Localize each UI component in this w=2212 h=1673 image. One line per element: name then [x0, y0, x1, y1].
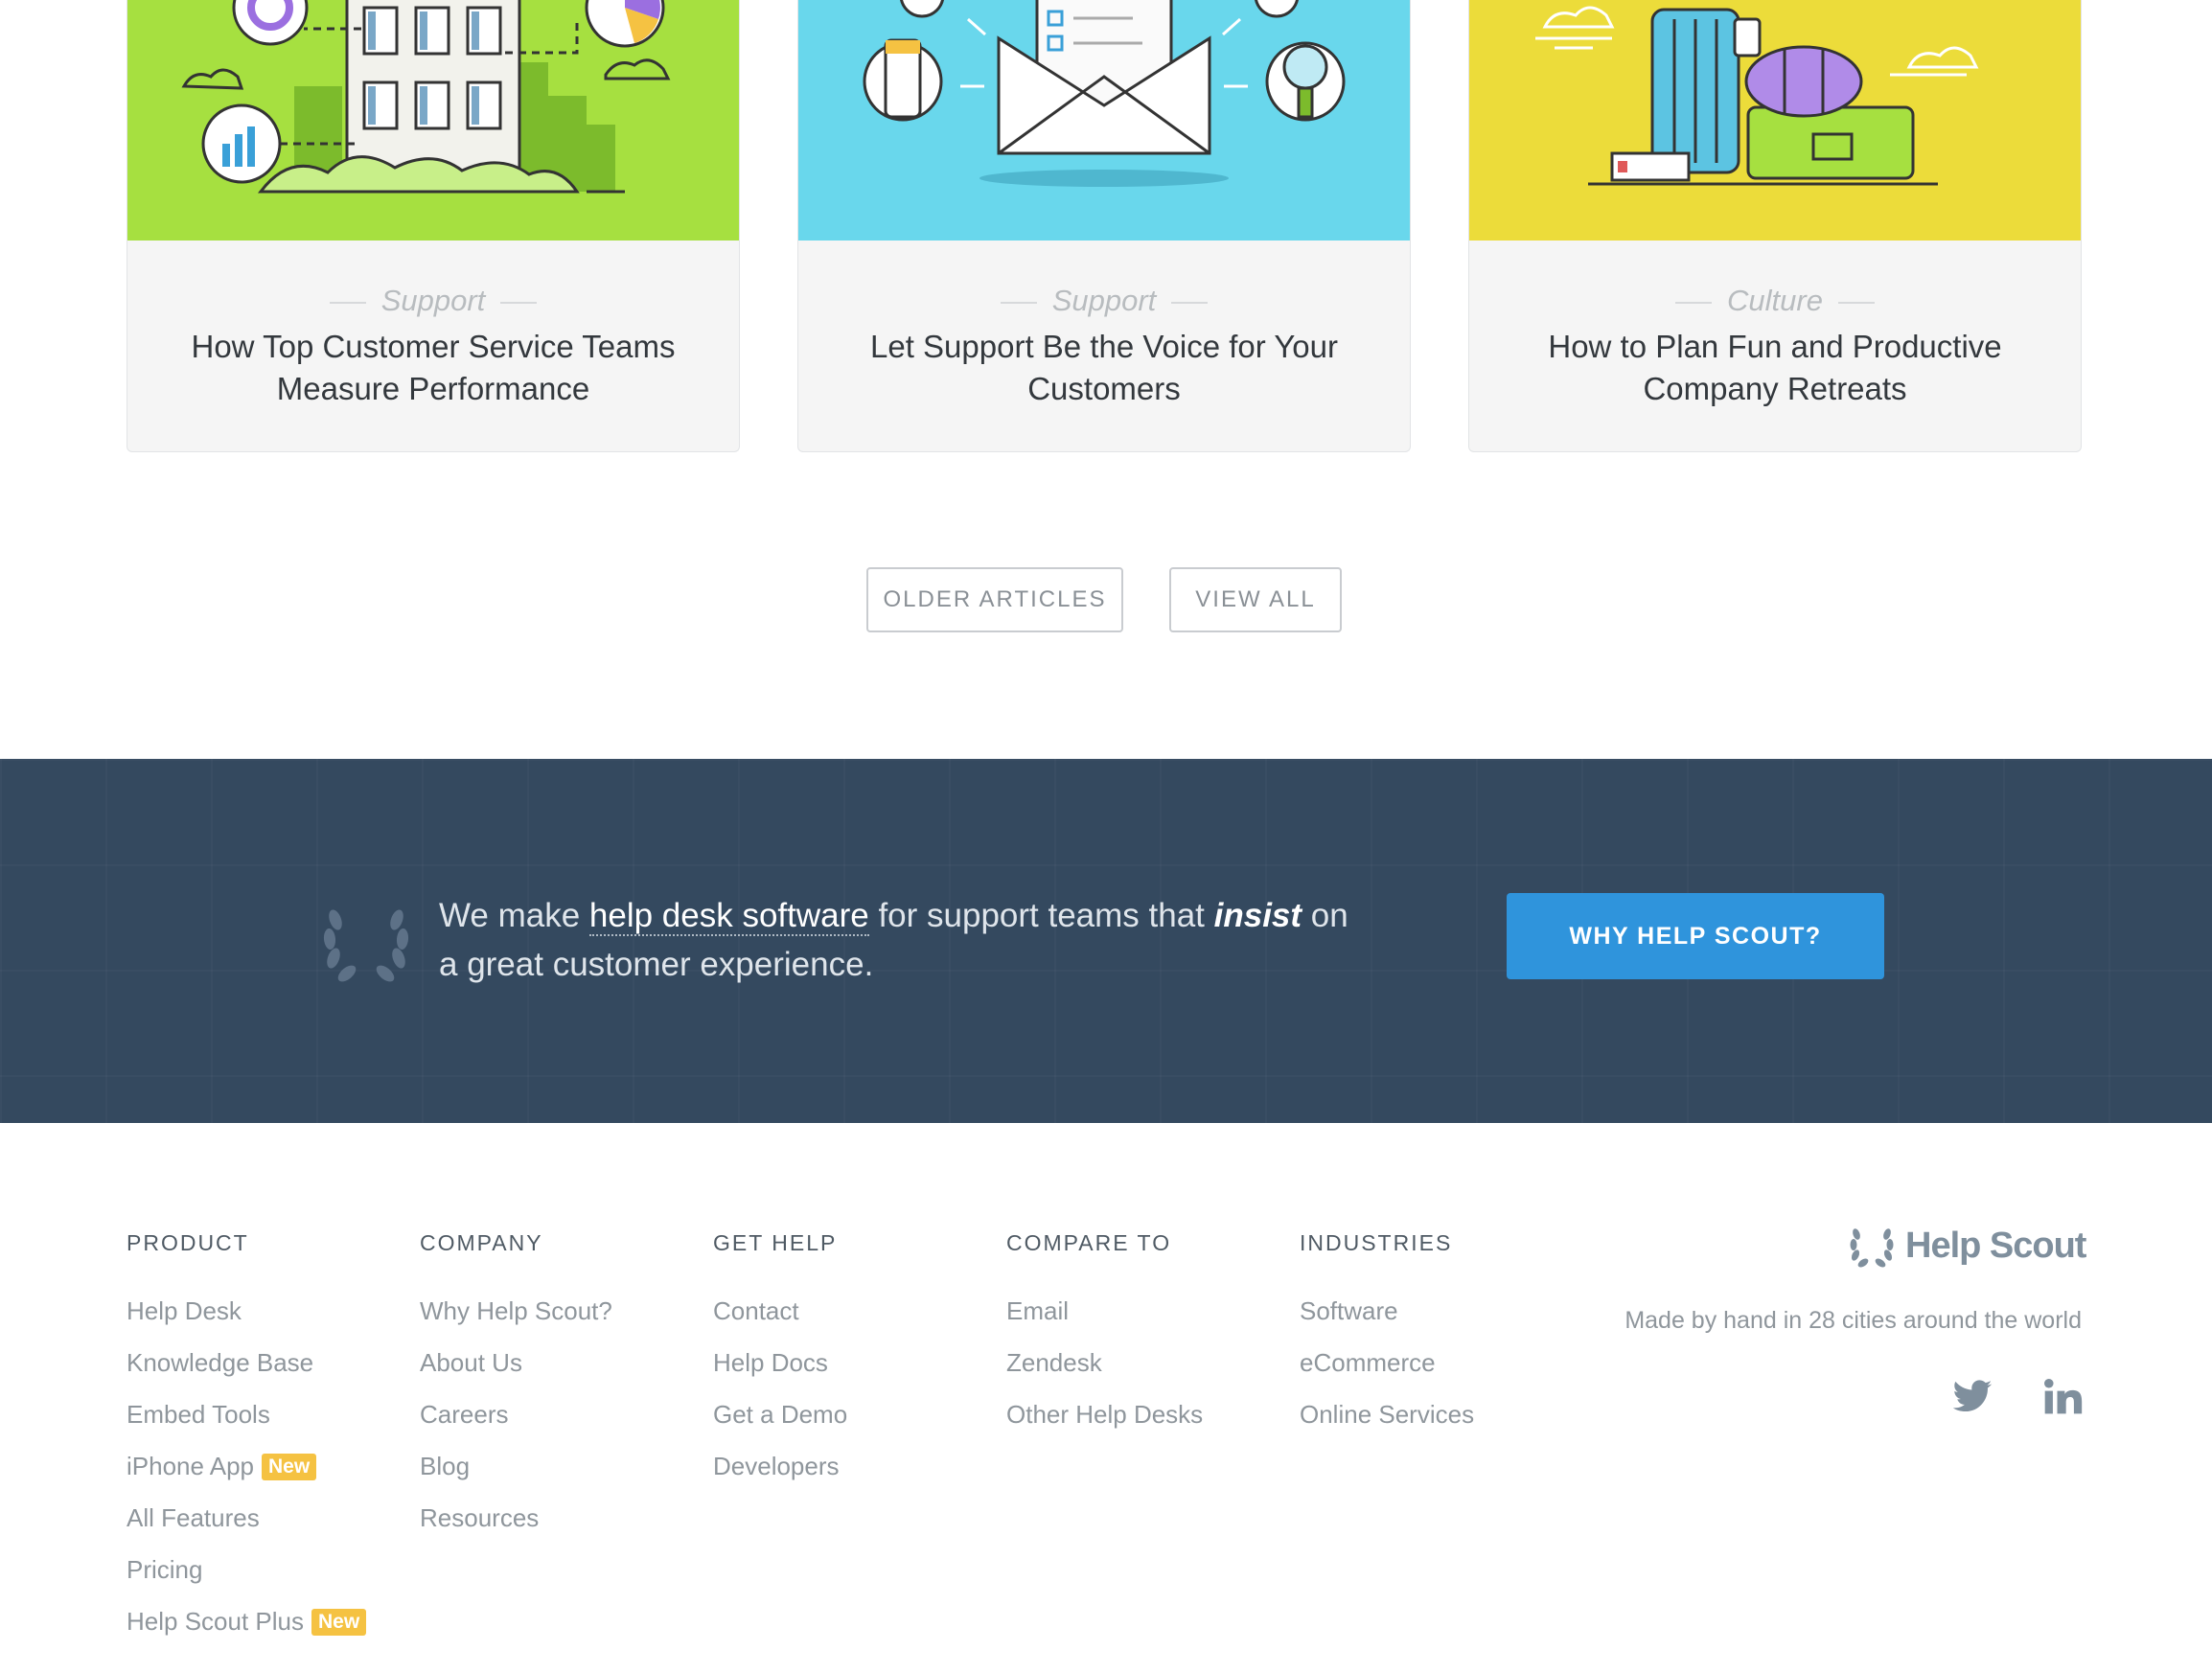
category-rule-left [1000, 301, 1037, 304]
footer-column-get-help: GET HELP Contact Help Docs Get a Demo De… [713, 1228, 1001, 1501]
card-title-line-1: Let Support Be the Voice for Your [869, 329, 1339, 364]
footer-link-email[interactable]: Email [1006, 1294, 1294, 1345]
footer-link-other-help-desks[interactable]: Other Help Desks [1006, 1397, 1294, 1449]
card-category-label: Support [1051, 284, 1157, 317]
footer-link-pricing[interactable]: Pricing [127, 1552, 414, 1604]
footer-link-about-us[interactable]: About Us [420, 1345, 707, 1397]
category-rule-right [1171, 301, 1209, 304]
category-rule-right [1837, 301, 1875, 304]
footer-link-online-services[interactable]: Online Services [1300, 1397, 1587, 1449]
card-illustration-buildings [127, 0, 739, 241]
card-illustration-envelope [798, 0, 1410, 241]
card-category-label: Support [380, 284, 486, 317]
card-illustration-luggage [1469, 0, 2081, 241]
new-badge: New [311, 1609, 367, 1636]
category-rule-right [500, 301, 538, 304]
card-category: Culture [1469, 284, 2081, 318]
card-category: Support [127, 284, 739, 318]
promo-text-middle: for support teams that [868, 897, 1214, 934]
category-rule-left [1675, 301, 1713, 304]
card-title-line-2: Customers [1027, 371, 1181, 406]
footer-column-heading: COMPANY [420, 1230, 543, 1255]
footer-link-knowledge-base[interactable]: Knowledge Base [127, 1345, 414, 1397]
footer-link-resources[interactable]: Resources [420, 1501, 707, 1552]
footer-link-ecommerce[interactable]: eCommerce [1300, 1345, 1587, 1397]
footer-link-developers[interactable]: Developers [713, 1449, 1001, 1501]
laurel-icon [323, 909, 409, 982]
footer-column-product: PRODUCT Help Desk Knowledge Base Embed T… [127, 1228, 414, 1656]
promo-emphasis: insist [1213, 897, 1302, 934]
footer-link-help-scout-plus[interactable]: Help Scout Plus New [127, 1604, 414, 1656]
footer-link-label: Help Scout Plus [127, 1607, 304, 1636]
footer-link-get-a-demo[interactable]: Get a Demo [713, 1397, 1001, 1449]
footer-link-why-help-scout[interactable]: Why Help Scout? [420, 1294, 707, 1345]
article-card-company-retreats[interactable]: Culture How to Plan Fun and Productive C… [1468, 0, 2082, 452]
footer-link-iphone-app[interactable]: iPhone App New [127, 1449, 414, 1501]
view-all-button[interactable]: VIEW ALL [1169, 567, 1342, 632]
footer-column-industries: INDUSTRIES Software eCommerce Online Ser… [1300, 1228, 1587, 1449]
footer-link-label: Help Desk [127, 1296, 242, 1325]
why-help-scout-button[interactable]: WHY HELP SCOUT? [1507, 893, 1884, 979]
card-title-line-2: Company Retreats [1643, 371, 1907, 406]
footer-link-list: Why Help Scout? About Us Careers Blog Re… [420, 1294, 707, 1552]
footer-link-label: iPhone App [127, 1452, 255, 1480]
footer-link-help-desk[interactable]: Help Desk [127, 1294, 414, 1345]
footer-link-label: Knowledge Base [127, 1348, 314, 1377]
footer-column-heading: GET HELP [713, 1230, 838, 1255]
category-rule-left [329, 301, 366, 304]
promo-text-before: We make [439, 897, 589, 934]
footer-link-careers[interactable]: Careers [420, 1397, 707, 1449]
twitter-icon[interactable] [1951, 1376, 1993, 1418]
footer-link-all-features[interactable]: All Features [127, 1501, 414, 1552]
card-category-label: Culture [1727, 284, 1823, 317]
brand-name: Help Scout [1905, 1226, 2086, 1266]
footer-link-zendesk[interactable]: Zendesk [1006, 1345, 1294, 1397]
footer-column-compare-to: COMPARE TO Email Zendesk Other Help Desk… [1006, 1228, 1294, 1449]
card-title[interactable]: How Top Customer Service Teams Measure P… [166, 326, 701, 410]
footer-link-label: Pricing [127, 1555, 203, 1584]
article-card-support-voice[interactable]: Support Let Support Be the Voice for You… [797, 0, 1411, 452]
footer-link-list: Contact Help Docs Get a Demo Developers [713, 1294, 1001, 1501]
footer-column-heading: PRODUCT [127, 1230, 249, 1255]
footer-tagline: Made by hand in 28 cities around the wor… [1624, 1307, 2082, 1334]
footer-link-embed-tools[interactable]: Embed Tools [127, 1397, 414, 1449]
footer-link-label: All Features [127, 1503, 260, 1532]
linkedin-icon[interactable] [2041, 1376, 2084, 1418]
footer-link-contact[interactable]: Contact [713, 1294, 1001, 1345]
footer-link-list: Email Zendesk Other Help Desks [1006, 1294, 1294, 1449]
footer-column-heading: COMPARE TO [1006, 1230, 1172, 1255]
promo-text: We make help desk software for support t… [439, 891, 1359, 989]
help-scout-logo[interactable]: Help Scout [1848, 1221, 2086, 1271]
footer-link-label: Embed Tools [127, 1400, 270, 1429]
card-title-line-1: How to Plan Fun and Productive [1548, 329, 2002, 364]
footer-column-company: COMPANY Why Help Scout? About Us Careers… [420, 1228, 707, 1552]
footer-link-list: Help Desk Knowledge Base Embed Tools iPh… [127, 1294, 414, 1656]
footer-link-help-docs[interactable]: Help Docs [713, 1345, 1001, 1397]
footer-link-software[interactable]: Software [1300, 1294, 1587, 1345]
promo-band: We make help desk software for support t… [0, 759, 2212, 1123]
footer-link-list: Software eCommerce Online Services [1300, 1294, 1587, 1449]
help-desk-software-link[interactable]: help desk software [588, 897, 869, 936]
card-category: Support [798, 284, 1410, 318]
card-title[interactable]: How to Plan Fun and Productive Company R… [1508, 326, 2042, 410]
card-title-line-2: Measure Performance [276, 371, 590, 406]
footer-column-heading: INDUSTRIES [1300, 1230, 1453, 1255]
older-articles-button[interactable]: OLDER ARTICLES [866, 567, 1123, 632]
article-card-customer-service-teams[interactable]: Support How Top Customer Service Teams M… [127, 0, 740, 452]
footer-link-blog[interactable]: Blog [420, 1449, 707, 1501]
new-badge: New [262, 1454, 317, 1480]
article-cards: Support How Top Customer Service Teams M… [127, 0, 2082, 452]
card-title[interactable]: Let Support Be the Voice for Your Custom… [837, 326, 1371, 410]
card-title-line-1: How Top Customer Service Teams [191, 329, 676, 364]
laurel-icon [1850, 1228, 1894, 1268]
